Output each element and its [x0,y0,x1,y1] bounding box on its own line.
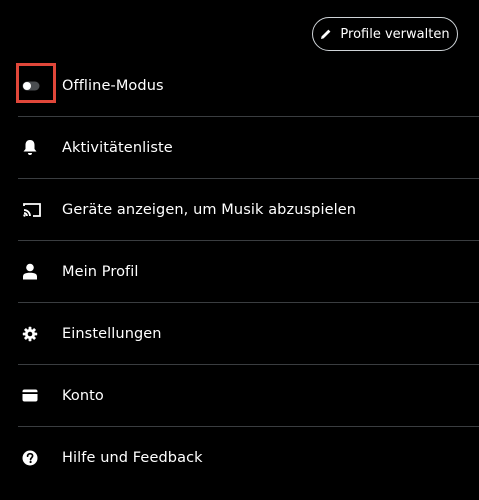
person-icon [22,263,38,280]
main-menu: Offline-Modus Aktivitätenliste Geräte an… [16,55,479,488]
menu-item-help-feedback[interactable]: Hilfe und Feedback [18,426,479,488]
wallet-icon [22,389,38,402]
manage-profiles-label: Profile verwalten [340,26,450,42]
toggle-switch-icon[interactable] [22,81,40,91]
menu-item-my-profile[interactable]: Mein Profil [18,240,479,302]
manage-profiles-button[interactable]: Profile verwalten [312,17,458,51]
menu-item-label: Konto [62,387,104,404]
pencil-icon [320,28,332,40]
menu-item-label: Aktivitätenliste [62,139,173,156]
gear-icon [22,326,38,342]
menu-item-devices[interactable]: Geräte anzeigen, um Musik abzuspielen [18,178,479,240]
menu-item-label: Offline-Modus [62,77,164,94]
menu-item-offline-mode[interactable]: Offline-Modus [16,55,479,116]
menu-item-label: Einstellungen [62,325,162,342]
menu-item-label: Hilfe und Feedback [62,449,203,466]
help-circle-icon [22,450,38,466]
menu-item-label: Geräte anzeigen, um Musik abzuspielen [62,201,357,218]
top-bar: Profile verwalten [0,0,479,60]
cast-icon [22,202,42,218]
bell-icon [22,139,38,156]
menu-item-label: Mein Profil [62,263,139,280]
menu-item-activity-list[interactable]: Aktivitätenliste [18,116,479,178]
menu-item-settings[interactable]: Einstellungen [18,302,479,364]
offline-mode-toggle[interactable] [18,55,62,116]
menu-item-account[interactable]: Konto [18,364,479,426]
